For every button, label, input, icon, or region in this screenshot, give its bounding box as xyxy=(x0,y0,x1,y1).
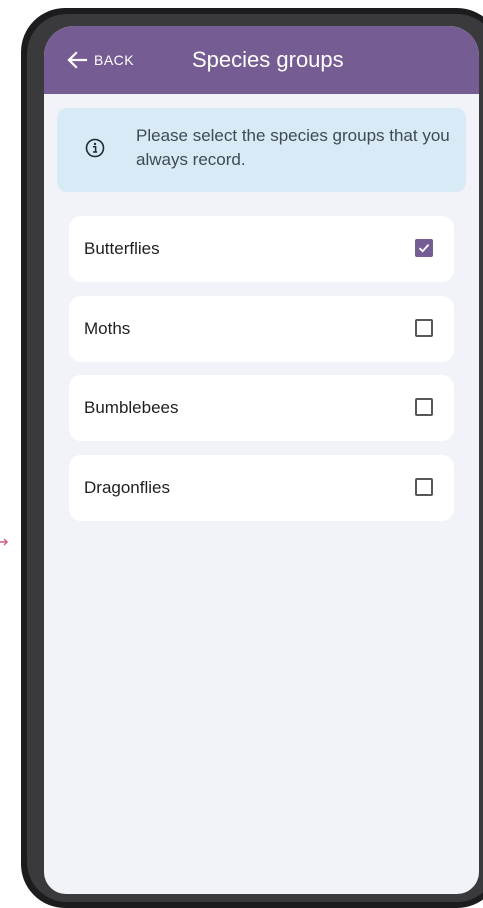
option-moths[interactable]: Moths xyxy=(69,296,454,362)
back-button[interactable]: BACK xyxy=(66,26,134,94)
app-header: BACK Species groups xyxy=(44,26,479,94)
info-icon xyxy=(85,138,105,158)
checkbox-unchecked[interactable] xyxy=(415,478,433,496)
option-label: Moths xyxy=(84,319,131,338)
arrow-left-icon xyxy=(67,51,88,69)
option-butterflies[interactable]: Butterflies xyxy=(69,216,454,282)
option-bumblebees[interactable]: Bumblebees xyxy=(69,375,454,441)
info-banner: Please select the species groups that yo… xyxy=(57,108,466,192)
edge-arrow-icon xyxy=(0,538,8,546)
info-text: Please select the species groups that yo… xyxy=(136,126,450,169)
page-title: Species groups xyxy=(192,47,344,72)
option-dragonflies[interactable]: Dragonflies xyxy=(69,455,454,521)
check-icon xyxy=(418,243,430,253)
option-label: Dragonflies xyxy=(84,478,170,497)
app-screen: BACK Species groups Please select the sp… xyxy=(44,26,479,894)
checkbox-checked[interactable] xyxy=(415,239,433,257)
option-label: Bumblebees xyxy=(84,398,179,417)
checkbox-unchecked[interactable] xyxy=(415,398,433,416)
checkbox-unchecked[interactable] xyxy=(415,319,433,337)
back-label: BACK xyxy=(94,52,135,68)
option-label: Butterflies xyxy=(84,239,160,258)
